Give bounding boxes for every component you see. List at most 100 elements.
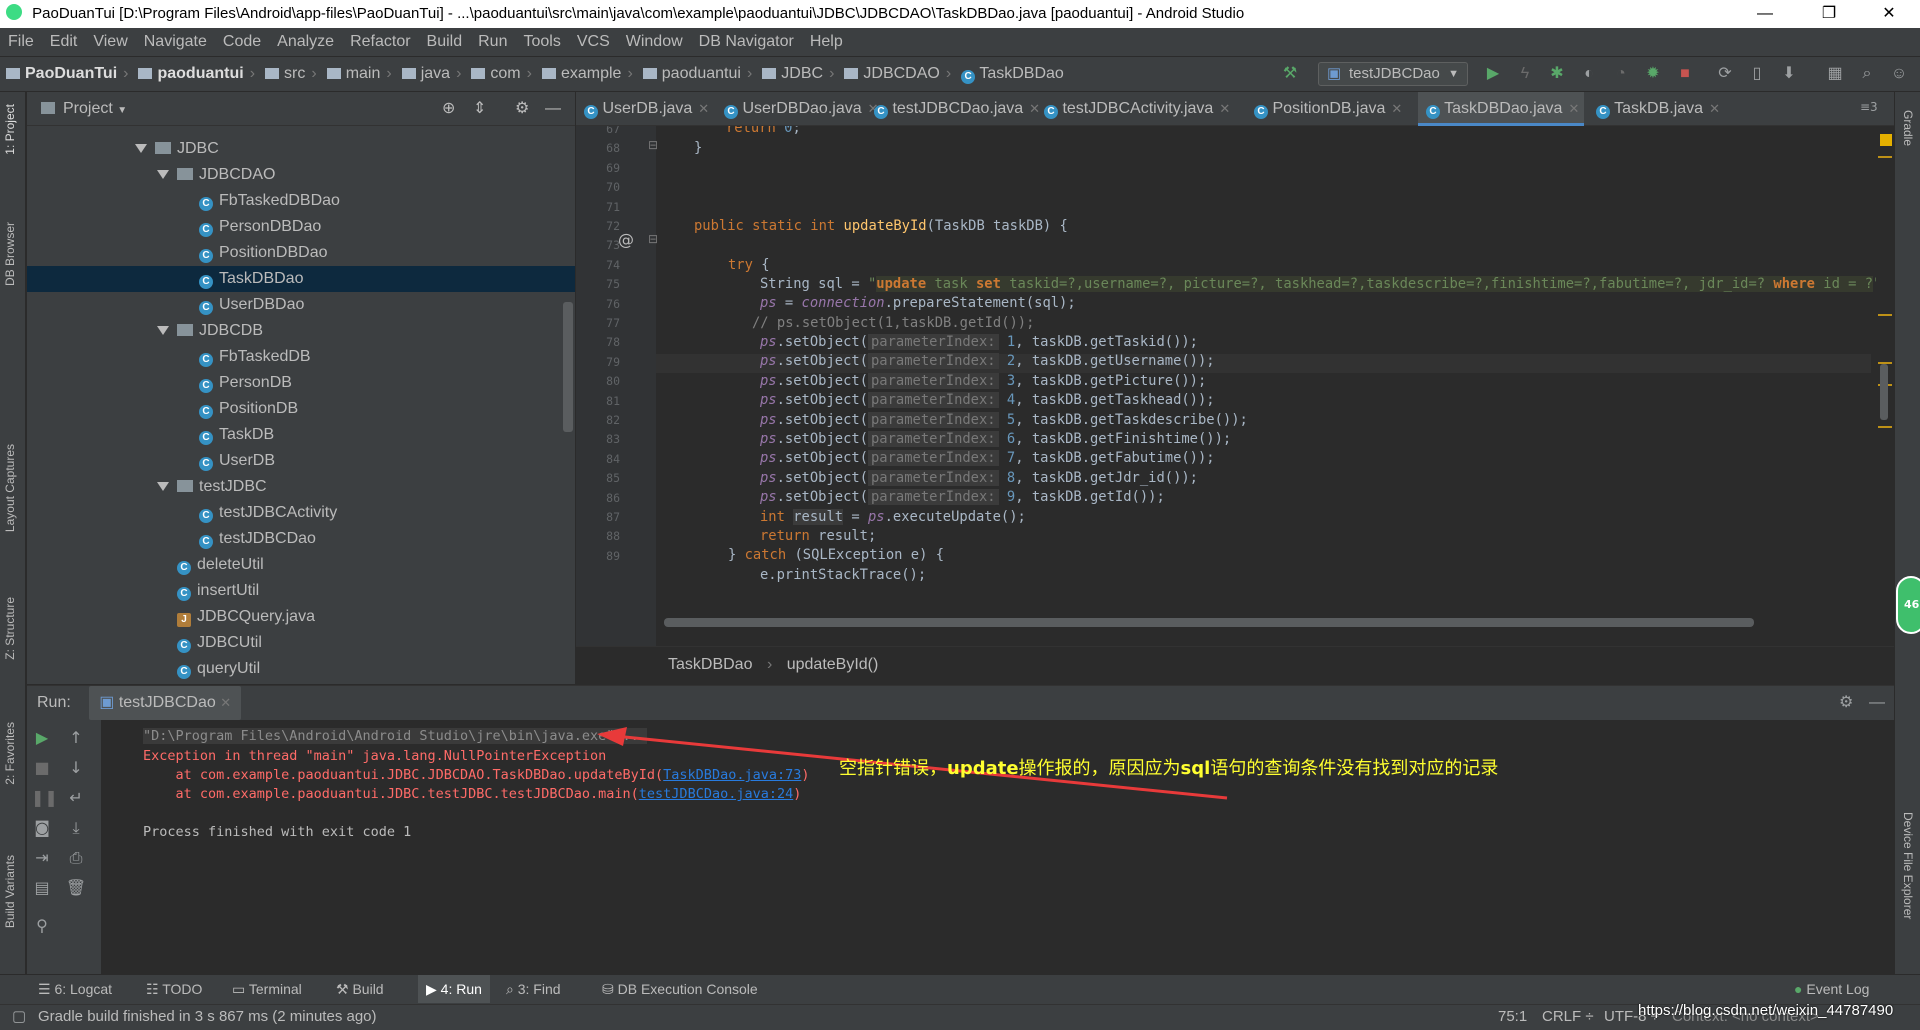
search-icon[interactable]: ⌕ <box>1858 65 1876 83</box>
menu-analyze[interactable]: Analyze <box>269 28 342 56</box>
expand-arrow-icon[interactable] <box>157 326 169 335</box>
expand-arrow-icon[interactable] <box>135 144 147 153</box>
menu-tools[interactable]: Tools <box>515 28 568 56</box>
bottom-tab-find[interactable]: ⌕ 3: Find <box>506 975 561 1003</box>
debug-icon[interactable]: ✱ <box>1548 65 1566 83</box>
run-configuration-select[interactable]: ▣ testJDBCDao ▼ <box>1318 62 1468 86</box>
project-scrollbar[interactable] <box>563 302 573 432</box>
menu-navigate[interactable]: Navigate <box>136 28 215 56</box>
tool-tab-structure[interactable]: Z: Structure <box>3 597 17 660</box>
tree-item-fbtaskeddb[interactable]: C FbTaskedDB <box>27 344 575 370</box>
breadcrumb-com[interactable]: com › <box>465 57 536 91</box>
layout-icon[interactable]: ▤ <box>31 878 53 897</box>
breadcrumb-paoduantui[interactable]: paoduantui › <box>637 57 757 91</box>
coverage-icon[interactable]: ◐ <box>1580 65 1598 83</box>
menu-vcs[interactable]: VCS <box>569 28 618 56</box>
stripe-mark[interactable] <box>1878 156 1892 158</box>
menu-run[interactable]: Run <box>470 28 515 56</box>
collapse-all-icon[interactable]: ⇕ <box>473 92 486 126</box>
editor-horizontal-scrollbar[interactable] <box>664 618 1754 627</box>
print-icon[interactable]: ⎙ <box>65 848 87 868</box>
tool-tab-gradle[interactable]: Gradle <box>1901 110 1915 146</box>
menu-file[interactable]: File <box>0 28 42 56</box>
tab-userdb[interactable]: C UserDB.java ✕ <box>576 92 716 126</box>
expand-arrow-icon[interactable] <box>157 170 169 179</box>
tool-tab-project[interactable]: 1: Project <box>3 104 17 155</box>
menu-window[interactable]: Window <box>618 28 691 56</box>
bottom-tab-db-console[interactable]: ⛁ DB Execution Console <box>602 975 758 1003</box>
project-structure-icon[interactable]: ▦ <box>1826 65 1844 83</box>
tree-item-persondb[interactable]: C PersonDB <box>27 370 575 396</box>
tool-tab-build-variants[interactable]: Build Variants <box>3 855 17 928</box>
tree-item-jdbcdb[interactable]: JDBCDB <box>27 318 575 344</box>
menu-view[interactable]: View <box>85 28 135 56</box>
bottom-tab-logcat[interactable]: ☰ 6: Logcat <box>38 975 112 1003</box>
code-area[interactable]: 67 68 69 70 71 72 73 74 75 76 77 78 79 80 81 82 83 84 85 86… <box>576 126 1876 646</box>
tree-item-insertutil[interactable]: CinsertUtil <box>27 578 575 604</box>
apply-changes-icon[interactable]: ϟ <box>1516 65 1534 83</box>
profile-icon[interactable]: ◔ <box>1612 65 1630 83</box>
breadcrumb-project[interactable]: PaoDuanTui › <box>0 57 132 91</box>
bottom-tab-terminal[interactable]: ▭ Terminal <box>232 975 302 1003</box>
bottom-tab-run[interactable]: ▶ 4: Run <box>418 975 490 1003</box>
tree-item-testjdbcdao[interactable]: CtestJDBCDao <box>27 526 575 552</box>
line-separator[interactable]: CRLF ÷ <box>1542 1005 1594 1029</box>
gear-icon[interactable]: ⚙ <box>515 92 529 126</box>
menu-help[interactable]: Help <box>802 28 851 56</box>
down-arrow-icon[interactable]: ↓ <box>65 758 87 777</box>
stripe-mark[interactable] <box>1878 426 1892 428</box>
close-icon[interactable]: ✕ <box>1568 101 1579 116</box>
scroll-to-end-icon[interactable]: ⤓ <box>65 818 87 838</box>
editor-breadcrumb-method[interactable]: updateById() <box>787 656 879 673</box>
chevron-down-icon[interactable]: ▼ <box>117 105 127 116</box>
tree-item-positiondbdao[interactable]: C PositionDBDao <box>27 240 575 266</box>
breadcrumb-taskdbdao[interactable]: C TaskDBDao <box>955 57 1068 91</box>
fold-icon[interactable]: ⊟ <box>648 232 658 246</box>
fold-icon[interactable]: ⊟ <box>648 138 658 152</box>
sdk-manager-icon[interactable]: ⬇ <box>1780 65 1798 83</box>
close-icon[interactable]: ✕ <box>1391 101 1402 116</box>
hide-panel-icon[interactable]: — <box>1869 686 1885 720</box>
stop-icon[interactable]: ■ <box>1676 65 1694 83</box>
breadcrumb-example[interactable]: example › <box>536 57 637 91</box>
tree-item-testjdbcactivity[interactable]: CtestJDBCActivity <box>27 500 575 526</box>
expand-arrow-icon[interactable] <box>157 482 169 491</box>
status-message[interactable]: Gradle build finished in 3 s 867 ms (2 m… <box>38 1005 377 1029</box>
close-icon[interactable]: ✕ <box>1709 101 1720 116</box>
tree-item-positiondb[interactable]: C PositionDB <box>27 396 575 422</box>
run-icon[interactable]: ▶ <box>1484 65 1502 83</box>
tree-item-jdbc[interactable]: JDBC <box>27 136 575 162</box>
breadcrumb-module[interactable]: paoduantui › <box>132 57 259 91</box>
pin-icon[interactable]: ⚲ <box>31 916 53 935</box>
tree-item-testjdbc[interactable]: testJDBC <box>27 474 575 500</box>
close-button[interactable]: ✕ <box>1866 0 1912 28</box>
tree-item-userdbdao[interactable]: C UserDBDao <box>27 292 575 318</box>
sync-gradle-icon[interactable]: ⟳ <box>1716 65 1734 83</box>
stop-icon[interactable]: ■ <box>31 758 53 777</box>
tab-taskdbdao[interactable]: C TaskDBDao.java ✕ <box>1418 92 1584 126</box>
breadcrumb-jdbcdao[interactable]: JDBCDAO › <box>838 57 955 91</box>
user-icon[interactable]: ☺ <box>1890 65 1908 83</box>
close-icon[interactable]: ✕ <box>220 695 231 710</box>
tab-testjdbcdao[interactable]: C testJDBCDao.java ✕ <box>866 92 1040 126</box>
tree-item-queryutil[interactable]: CqueryUtil <box>27 656 575 682</box>
rerun-icon[interactable]: ▶ <box>31 728 53 747</box>
caret-position[interactable]: 75:1 <box>1498 1005 1527 1029</box>
bottom-tab-build[interactable]: ⚒ Build <box>336 975 384 1003</box>
editor-breadcrumb-class[interactable]: TaskDBDao <box>668 656 752 673</box>
tree-item-jdbcquery-java[interactable]: J JDBCQuery.java <box>27 604 575 630</box>
progress-badge[interactable]: 46 <box>1896 576 1920 634</box>
menu-code[interactable]: Code <box>215 28 269 56</box>
menu-db-navigator[interactable]: DB Navigator <box>691 28 802 56</box>
tab-userdbdao[interactable]: C UserDBDao.java ✕ <box>716 92 879 126</box>
restore-button[interactable]: ❐ <box>1806 0 1852 28</box>
tool-tab-favorites[interactable]: 2: Favorites <box>3 722 17 785</box>
run-tab[interactable]: ▣ testJDBCDao ✕ <box>89 686 242 720</box>
avd-manager-icon[interactable]: ▯ <box>1748 65 1766 83</box>
breadcrumb-java[interactable]: java › <box>396 57 466 91</box>
tree-item-deleteutil[interactable]: CdeleteUtil <box>27 552 575 578</box>
status-toggle-icon[interactable]: ▢ <box>12 1005 26 1029</box>
tab-testjdbcactivity[interactable]: C testJDBCActivity.java ✕ <box>1036 92 1244 126</box>
minimize-button[interactable]: — <box>1742 0 1788 28</box>
stripe-mark[interactable] <box>1878 314 1892 316</box>
